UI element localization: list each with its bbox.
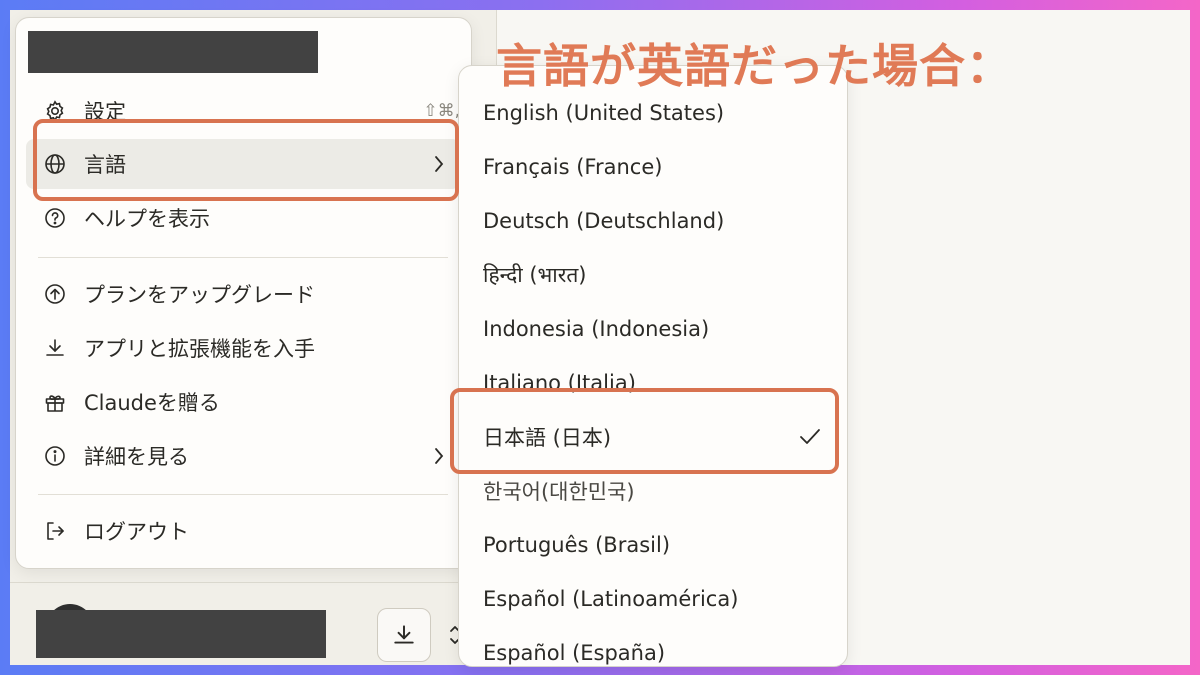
menu-divider [38,257,448,258]
menu-item-learn-more[interactable]: 詳細を見る [26,431,460,481]
menu-item-label: プランをアップグレード [84,283,315,307]
language-option-es-419[interactable]: Español (Latinoamérica) [459,572,847,626]
menu-item-label: アプリと拡張機能を入手 [84,337,315,361]
question-circle-icon [40,203,70,233]
redacted-account-email [28,31,318,73]
menu-item-label: ログアウト [84,520,189,544]
language-option-pt-br[interactable]: Português (Brasil) [459,518,847,572]
menu-item-logout[interactable]: ログアウト [26,506,460,556]
download-button[interactable] [377,608,431,662]
menu-item-label: Claudeを贈る [84,391,220,415]
account-menu: 設定 ⇧⌘, 言語 ヘルプを表示 プランをアップグレード アプリと拡張機能を入手… [15,17,472,569]
language-option-label: Español (Latinoamérica) [483,587,739,611]
download-icon [40,333,70,363]
language-option-label: हिन्दी (भारत) [483,263,587,287]
menu-item-get-apps[interactable]: アプリと拡張機能を入手 [26,323,460,373]
menu-item-gift-claude[interactable]: Claudeを贈る [26,377,460,427]
arrow-up-circle-icon [40,279,70,309]
language-option-label: Deutsch (Deutschland) [483,209,725,233]
language-option-id-id[interactable]: Indonesia (Indonesia) [459,302,847,356]
language-option-label: 한국어(대한민국) [483,480,635,504]
language-option-label: Indonesia (Indonesia) [483,317,710,341]
info-circle-icon [40,441,70,471]
language-item-highlight [33,119,459,201]
language-option-label: English (United States) [483,101,725,125]
annotation-callout: 言語が英語だった場合： [496,39,1013,93]
logout-icon [40,516,70,546]
menu-item-label: 詳細を見る [84,445,189,469]
language-option-label: Français (France) [483,155,663,179]
language-option-label: Español (España) [483,641,666,665]
gift-icon [40,387,70,417]
japanese-option-highlight [450,388,839,474]
language-option-de-de[interactable]: Deutsch (Deutschland) [459,194,847,248]
chevron-right-icon [428,446,450,466]
download-icon [394,625,414,644]
menu-item-upgrade-plan[interactable]: プランをアップグレード [26,269,460,319]
menu-item-label: ヘルプを表示 [84,207,210,231]
language-option-hi-in[interactable]: हिन्दी (भारत) [459,248,847,302]
menu-divider [38,494,448,495]
redacted-user-name [36,610,326,658]
language-option-label: Português (Brasil) [483,533,671,557]
language-submenu: English (United States) Français (France… [458,65,848,667]
keyboard-shortcut: ⇧⌘, [423,101,460,121]
language-option-fr-fr[interactable]: Français (France) [459,140,847,194]
language-option-es-es[interactable]: Español (España) [459,626,847,666]
